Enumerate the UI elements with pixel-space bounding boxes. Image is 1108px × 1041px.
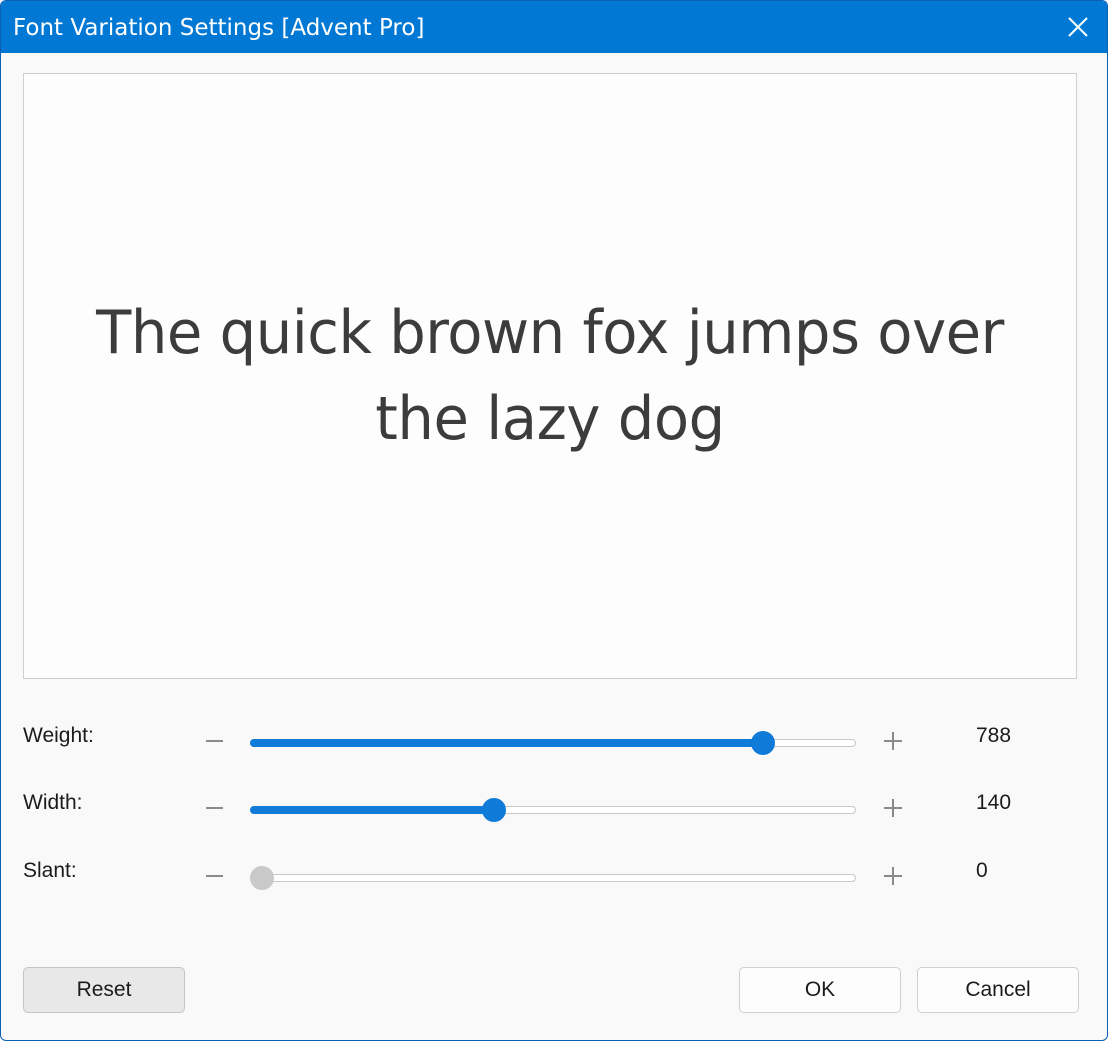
width-slider[interactable] — [250, 798, 856, 823]
slant-minus-button[interactable] — [201, 862, 229, 890]
reset-button[interactable]: Reset — [23, 967, 185, 1013]
close-icon — [1068, 17, 1088, 37]
font-variation-dialog: Font Variation Settings [Advent Pro] The… — [0, 0, 1108, 1041]
width-value: 140 — [976, 791, 1012, 814]
axis-row-weight: Weight: 788 — [1, 723, 1107, 763]
window-title: Font Variation Settings [Advent Pro] — [13, 15, 425, 41]
weight-plus-button[interactable] — [879, 727, 907, 755]
slant-slider[interactable] — [250, 866, 856, 891]
axis-label-width: Width: — [23, 791, 83, 814]
cancel-button[interactable]: Cancel — [917, 967, 1079, 1013]
axis-row-slant: Slant: 0 — [1, 858, 1107, 898]
title-bar: Font Variation Settings [Advent Pro] — [1, 1, 1107, 53]
slant-plus-button[interactable] — [879, 862, 907, 890]
slant-value: 0 — [976, 859, 988, 882]
slider-thumb[interactable] — [482, 798, 506, 822]
slider-fill — [250, 806, 494, 814]
width-minus-button[interactable] — [201, 794, 229, 822]
weight-value: 788 — [976, 724, 1012, 747]
close-button[interactable] — [1047, 1, 1107, 53]
slider-thumb[interactable] — [751, 731, 775, 755]
axis-label-weight: Weight: — [23, 724, 94, 747]
axis-row-width: Width: 140 — [1, 790, 1107, 830]
ok-button[interactable]: OK — [739, 967, 901, 1013]
weight-slider[interactable] — [250, 731, 856, 756]
preview-sample-text: The quick brown fox jumps over the lazy … — [96, 298, 1004, 454]
weight-minus-button[interactable] — [201, 727, 229, 755]
slider-fill — [250, 739, 763, 747]
width-plus-button[interactable] — [879, 794, 907, 822]
axis-label-slant: Slant: — [23, 859, 77, 882]
preview-area: The quick brown fox jumps over the lazy … — [23, 73, 1077, 679]
slider-track — [250, 874, 856, 882]
slider-thumb[interactable] — [250, 866, 274, 890]
